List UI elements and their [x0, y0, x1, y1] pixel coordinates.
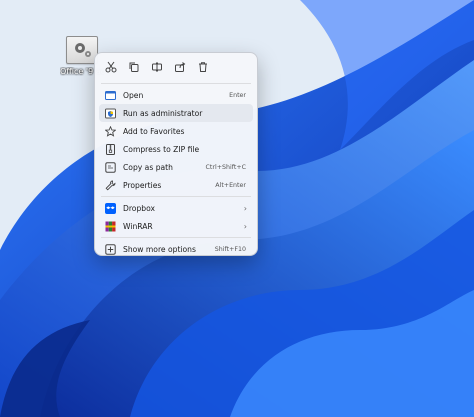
menu-item-shortcut: Alt+Enter — [215, 181, 246, 189]
menu-item-label: Add to Favorites — [123, 126, 185, 136]
menu-item-label: Properties — [123, 180, 162, 190]
menu-separator — [101, 237, 251, 238]
menu-item-label: Open — [123, 90, 144, 100]
menu-item-label: Dropbox — [123, 203, 155, 213]
dropbox-icon — [104, 202, 116, 214]
more-options-icon — [104, 243, 116, 255]
zip-icon — [104, 143, 116, 155]
menu-item-shortcut: Enter — [229, 91, 246, 99]
copy-icon[interactable] — [123, 56, 145, 78]
menu-item-compress-zip[interactable]: Compress to ZIP file — [99, 140, 253, 158]
cut-icon[interactable] — [100, 56, 122, 78]
menu-item-open[interactable]: Open Enter — [99, 86, 253, 104]
menu-item-label: Compress to ZIP file — [123, 144, 200, 154]
shield-icon — [104, 107, 116, 119]
menu-separator — [101, 83, 251, 84]
menu-item-add-to-favorites[interactable]: Add to Favorites — [99, 122, 253, 140]
menu-item-label: Copy as path — [123, 162, 173, 172]
menu-item-shortcut: Ctrl+Shift+C — [205, 163, 246, 171]
menu-separator — [101, 196, 251, 197]
menu-item-label: Show more options — [123, 244, 196, 254]
winrar-icon — [104, 220, 116, 232]
menu-item-dropbox[interactable]: Dropbox › — [99, 199, 253, 217]
menu-item-winrar[interactable]: WinRAR › — [99, 217, 253, 235]
menu-item-run-as-administrator[interactable]: Run as administrator — [99, 104, 253, 122]
open-icon — [104, 89, 116, 101]
context-toolbar — [95, 53, 257, 81]
menu-item-copy-as-path[interactable]: Copy as path Ctrl+Shift+C — [99, 158, 253, 176]
copy-path-icon — [104, 161, 116, 173]
share-icon[interactable] — [169, 56, 191, 78]
chevron-right-icon: › — [243, 203, 247, 213]
menu-item-label: WinRAR — [123, 221, 153, 231]
delete-icon[interactable] — [192, 56, 214, 78]
star-icon — [104, 125, 116, 137]
menu-item-show-more-options[interactable]: Show more options Shift+F10 — [99, 240, 253, 258]
menu-item-label: Run as administrator — [123, 108, 203, 118]
context-menu: Open Enter Run as administrator Add to F… — [94, 52, 258, 256]
menu-item-properties[interactable]: Properties Alt+Enter — [99, 176, 253, 194]
chevron-right-icon: › — [243, 221, 247, 231]
rename-icon[interactable] — [146, 56, 168, 78]
wrench-icon — [104, 179, 116, 191]
menu-item-shortcut: Shift+F10 — [214, 245, 246, 253]
